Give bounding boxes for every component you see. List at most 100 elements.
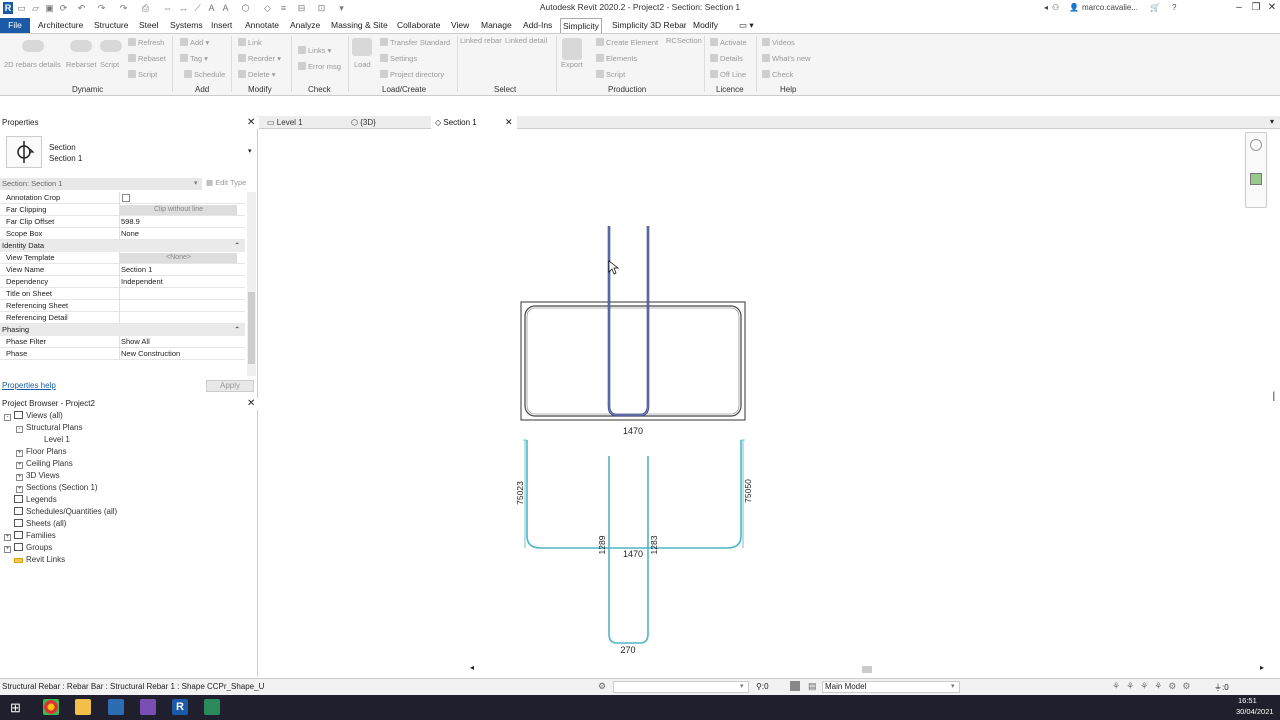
expand-icon[interactable]: + — [16, 474, 23, 481]
cart-icon[interactable]: 🛒 — [1150, 3, 1160, 12]
far-clip-offset-value[interactable]: 598.9 — [121, 217, 140, 226]
collapse-icon[interactable]: ⌃ — [234, 324, 240, 336]
scroll-right-icon[interactable]: ▸ — [1260, 663, 1264, 672]
tab-steel[interactable]: Steel — [137, 18, 160, 33]
section-drawing[interactable]: 1470 75023 75050 1470 1289 1283 270 — [259, 129, 1272, 662]
design-options-icon[interactable]: ▤ — [808, 681, 817, 692]
view-template-button[interactable]: <None> — [120, 253, 237, 263]
export-icon[interactable] — [562, 38, 582, 60]
stirrup-inner[interactable] — [526, 307, 740, 415]
editable-only-icon[interactable] — [790, 681, 800, 691]
properties-scrollbar[interactable] — [247, 192, 256, 376]
rebaset-button[interactable]: Rebaset — [128, 54, 166, 64]
tab-massing-site[interactable]: Massing & Site — [329, 18, 390, 33]
load-button[interactable]: Load — [354, 60, 371, 70]
restore-button[interactable]: ❐ — [1249, 1, 1263, 15]
tab-simplicity-3d-rebar[interactable]: Simplicity 3D Rebar — [610, 18, 689, 33]
toggle-rebarset-icon[interactable] — [70, 40, 92, 52]
tab-systems[interactable]: Systems — [168, 18, 205, 33]
clock-date[interactable]: 30/04/2021 — [1236, 707, 1274, 716]
group-phasing[interactable]: Phasing ⌃ — [0, 324, 245, 336]
tree-level-1[interactable]: Level 1 — [44, 434, 70, 446]
close-icon[interactable]: ✕ — [505, 116, 513, 129]
type-selector-dropdown[interactable]: ▾ — [248, 147, 252, 157]
tab-view[interactable]: View — [449, 18, 471, 33]
help-check-button[interactable]: Check — [762, 70, 793, 80]
link-button[interactable]: Link — [238, 38, 262, 48]
clock-time[interactable]: 16:51 — [1238, 696, 1257, 705]
tree-families[interactable]: + Families — [4, 530, 56, 542]
ribbon-toggle-icon[interactable]: ▭ ▾ — [737, 18, 756, 33]
visual-studio-icon[interactable] — [140, 699, 156, 715]
videos-button[interactable]: Videos — [762, 38, 795, 48]
transfer-standard-button[interactable]: Transfer Standard — [380, 38, 450, 48]
tab-menu-dropdown[interactable]: ▾ — [1270, 117, 1274, 126]
tag-button[interactable]: Tag ▾ — [180, 54, 208, 64]
script-button[interactable]: Script — [100, 60, 119, 70]
linked-detail-button[interactable]: Linked detail — [505, 36, 547, 46]
phase-value[interactable]: New Construction — [121, 349, 180, 358]
tab-structure[interactable]: Structure — [92, 18, 131, 33]
reorder-button[interactable]: Reorder ▾ — [238, 54, 281, 64]
help-icon[interactable]: ? — [1172, 3, 1176, 12]
scroll-thumb[interactable] — [862, 666, 872, 673]
apply-button[interactable]: Apply — [206, 380, 254, 392]
activate-button[interactable]: Activate — [710, 38, 747, 48]
delete-button[interactable]: Delete ▾ — [238, 70, 276, 80]
scope-box-value[interactable]: None — [121, 229, 139, 238]
export-button[interactable]: Export — [561, 60, 583, 70]
view-tab-3d[interactable]: ⬡ Section 1{3D} — [347, 116, 431, 129]
tree-structural-plans[interactable]: - Structural Plans — [16, 422, 82, 434]
horizontal-scrollbar[interactable]: ◂ ▸ — [470, 663, 1270, 674]
tab-simplicity[interactable]: Simplicity — [560, 18, 602, 33]
details-button[interactable]: Details — [710, 54, 743, 64]
tree-revit-links[interactable]: Revit Links — [14, 554, 65, 566]
far-clipping-button[interactable]: Clip without line — [120, 205, 237, 215]
collapse-icon[interactable]: - — [16, 426, 23, 433]
tree-3d-views[interactable]: +3D Views — [16, 470, 60, 482]
zoom-region-icon[interactable] — [1250, 173, 1262, 185]
edit-type-button[interactable]: ▦ Edit Type — [206, 178, 246, 187]
project-directory-button[interactable]: Project directory — [380, 70, 444, 80]
links-button[interactable]: Links ▾ — [298, 46, 331, 56]
close-icon[interactable]: ✕ — [247, 118, 255, 128]
expand-icon[interactable]: + — [4, 546, 11, 553]
selection-toggles[interactable]: ⚘⚘⚘⚘⚙⚙ — [1112, 681, 1196, 692]
tree-sections[interactable]: + Sections (Section 1) — [16, 482, 98, 494]
scroll-left-icon[interactable]: ◂ — [470, 663, 474, 672]
tab-annotate[interactable]: Annotate — [243, 18, 281, 33]
vertical-scroll-thumb[interactable]: ▕ — [1268, 392, 1276, 402]
view-tab-level-1[interactable]: ▭ Level 1 — [263, 116, 347, 129]
load-icon[interactable] — [352, 38, 372, 56]
drawing-canvas[interactable]: 1470 75023 75050 1470 1289 1283 270 — [259, 129, 1272, 662]
tab-manage[interactable]: Manage — [479, 18, 514, 33]
tab-add-ins[interactable]: Add-Ins — [521, 18, 554, 33]
selected-u-rebar[interactable] — [607, 226, 650, 417]
offline-button[interactable]: Off Line — [710, 70, 746, 80]
steering-wheel-icon[interactable] — [1250, 139, 1262, 151]
error-msg-button[interactable]: Error msg — [298, 62, 341, 72]
tree-legends[interactable]: Legends — [14, 494, 57, 506]
outlook-icon[interactable] — [108, 699, 124, 715]
view-name-value[interactable]: Section 1 — [121, 265, 152, 274]
expand-icon[interactable]: + — [16, 486, 23, 493]
tab-architecture[interactable]: Architecture — [36, 18, 85, 33]
windows-start-icon[interactable]: ⊞ — [10, 700, 21, 716]
tree-groups[interactable]: + Groups — [4, 542, 52, 554]
collapse-icon[interactable]: ⌃ — [234, 240, 240, 252]
toggle-script-icon[interactable] — [100, 40, 122, 52]
collapse-icon[interactable]: - — [4, 414, 11, 421]
rebar-detail-stirrup[interactable] — [526, 440, 742, 549]
expand-icon[interactable]: + — [16, 462, 23, 469]
close-button[interactable]: ✕ — [1265, 1, 1279, 15]
tab-insert[interactable]: Insert — [209, 18, 234, 33]
terminal-icon[interactable] — [204, 699, 220, 715]
concrete-outline[interactable] — [520, 301, 746, 421]
chevron-down-icon[interactable]: ▾ — [194, 179, 198, 187]
whats-new-button[interactable]: What's new — [762, 54, 811, 64]
tree-schedules[interactable]: Schedules/Quantities (all) — [14, 506, 117, 518]
worksets-icon[interactable]: ⚙ — [598, 681, 606, 692]
properties-help-link[interactable]: Properties help — [2, 381, 56, 390]
binoculars-icon[interactable]: ⚇ — [1052, 3, 1059, 12]
refresh-button[interactable]: Refresh — [128, 38, 164, 48]
